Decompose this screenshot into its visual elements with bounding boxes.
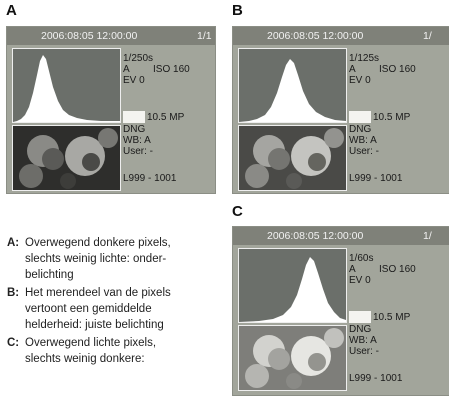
item-line: Overwegend lichte pixels, xyxy=(25,337,157,349)
exposure-mode: A xyxy=(123,64,130,75)
file-format: DNG xyxy=(349,324,372,335)
camera-screen-b: 2006:08:05 12:00:00 1/ 1/125s A ISO 160 … xyxy=(232,26,449,194)
item-line: helderheid: juiste belichting xyxy=(25,319,164,331)
photo-thumbnail-icon xyxy=(12,125,121,191)
exposure-mode: A xyxy=(349,64,356,75)
exposure-value: EV 0 xyxy=(123,75,145,86)
datetime: 2006:08:05 12:00:00 xyxy=(41,30,138,42)
white-balance: WB: A xyxy=(349,135,377,146)
histogram-icon xyxy=(238,48,347,123)
page-counter: 1/ xyxy=(423,230,432,242)
file-number: L999 - 1001 xyxy=(123,173,177,184)
user-profile: User: - xyxy=(349,346,379,357)
explanation-item-b: B: Het merendeel van de pixels vertoont … xyxy=(7,285,217,333)
user-profile: User: - xyxy=(123,146,153,157)
info-header: 2006:08:05 12:00:00 1/1 xyxy=(7,27,215,45)
exposure-value: EV 0 xyxy=(349,275,371,286)
info-header: 2006:08:05 12:00:00 1/ xyxy=(233,227,449,245)
file-format: DNG xyxy=(349,124,372,135)
histogram-icon xyxy=(12,48,121,123)
info-header: 2006:08:05 12:00:00 1/ xyxy=(233,27,449,45)
white-balance: WB: A xyxy=(123,135,151,146)
item-line: vertoont een gemiddelde xyxy=(25,303,152,315)
item-line: Overwegend donkere pixels, xyxy=(25,237,171,249)
item-key: B: xyxy=(7,287,20,299)
page-counter: 1/ xyxy=(423,30,432,42)
panel-letter-a: A xyxy=(6,2,17,19)
datetime: 2006:08:05 12:00:00 xyxy=(267,30,364,42)
item-line: Het merendeel van de pixels xyxy=(25,287,171,299)
resolution-box-icon xyxy=(349,111,371,123)
item-key: A: xyxy=(7,237,20,249)
file-number: L999 - 1001 xyxy=(349,173,403,184)
histogram-icon xyxy=(238,248,347,323)
iso-value: ISO 160 xyxy=(153,64,190,75)
megapixels: 10.5 MP xyxy=(147,112,185,123)
histogram-explanation: A: Overwegend donkere pixels, slechts we… xyxy=(7,235,217,369)
photo-thumbnail-icon xyxy=(238,125,347,191)
camera-screen-c: 2006:08:05 12:00:00 1/ 1/60s A ISO 160 E… xyxy=(232,226,449,396)
exposure-value: EV 0 xyxy=(349,75,371,86)
item-line: slechts weinig lichte: onder- xyxy=(25,253,167,265)
datetime: 2006:08:05 12:00:00 xyxy=(267,230,364,242)
exposure-mode: A xyxy=(349,264,356,275)
panel-letter-b: B xyxy=(232,2,243,19)
camera-screen-a: 2006:08:05 12:00:00 1/1 1/250s A ISO 160… xyxy=(6,26,216,194)
megapixels: 10.5 MP xyxy=(373,312,411,323)
explanation-item-c: C: Overwegend lichte pixels, slechts wei… xyxy=(7,335,217,367)
photo-thumbnail-icon xyxy=(238,325,347,391)
white-balance: WB: A xyxy=(349,335,377,346)
file-format: DNG xyxy=(123,124,146,135)
iso-value: ISO 160 xyxy=(379,264,416,275)
shutter-speed: 1/125s xyxy=(349,53,380,64)
resolution-box-icon xyxy=(123,111,145,123)
shutter-speed: 1/60s xyxy=(349,253,374,264)
item-key: C: xyxy=(7,337,20,349)
megapixels: 10.5 MP xyxy=(373,112,411,123)
iso-value: ISO 160 xyxy=(379,64,416,75)
item-line: slechts weinig donkere: xyxy=(25,353,145,365)
file-number: L999 - 1001 xyxy=(349,373,403,384)
explanation-item-a: A: Overwegend donkere pixels, slechts we… xyxy=(7,235,217,283)
page-counter: 1/1 xyxy=(197,30,212,42)
resolution-box-icon xyxy=(349,311,371,323)
shutter-speed: 1/250s xyxy=(123,53,154,64)
panel-letter-c: C xyxy=(232,203,243,220)
user-profile: User: - xyxy=(349,146,379,157)
item-line: belichting xyxy=(25,269,74,281)
